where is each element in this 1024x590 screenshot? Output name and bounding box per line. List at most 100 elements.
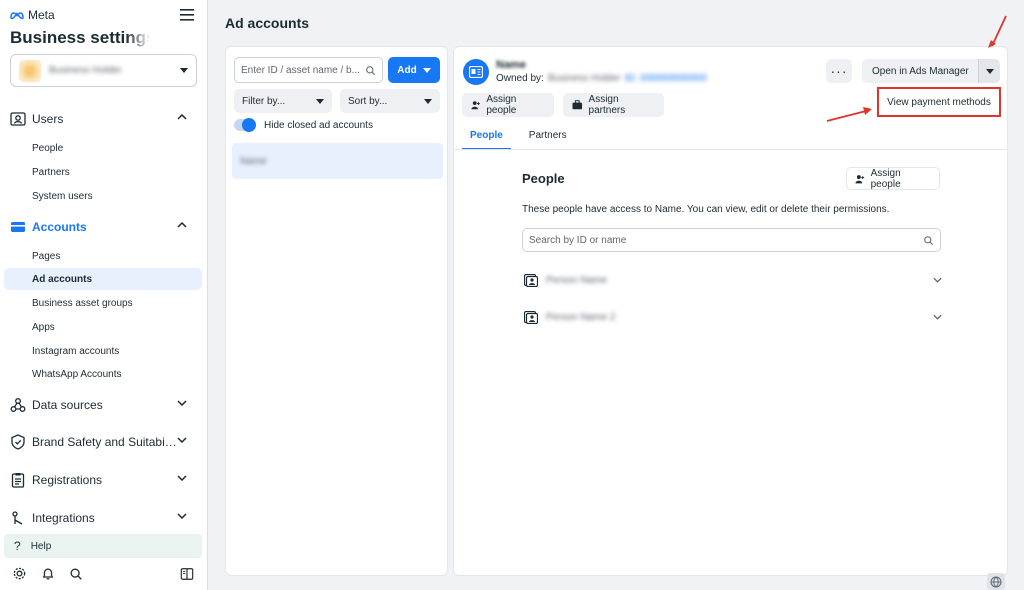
chevron-down-icon (177, 513, 187, 519)
annotation-arrow-icon (826, 107, 872, 122)
page-title: Business settings (10, 28, 150, 48)
ad-account-avatar (463, 59, 489, 85)
sidebar-item-pages[interactable]: Pages (4, 245, 202, 267)
list-item-label: Name (240, 155, 267, 167)
owned-by-label: Owned by: (496, 73, 544, 84)
sidebar-item-label: People (32, 142, 64, 154)
page-heading: Ad accounts (225, 15, 310, 31)
sidebar-item-label: Instagram accounts (32, 345, 120, 357)
assign-people-label: Assign people (870, 167, 901, 190)
sidebar-item-people[interactable]: People (4, 137, 202, 159)
tab-partners[interactable]: Partners (521, 127, 575, 150)
asset-search-input[interactable]: Enter ID / asset name / b... (234, 57, 383, 83)
list-item[interactable]: Person Name (524, 269, 942, 291)
chevron-down-icon (424, 98, 432, 104)
bell-icon[interactable] (41, 566, 55, 581)
shield-icon (11, 434, 25, 450)
sidebar-item-system-users[interactable]: System users (4, 185, 202, 207)
sidebar-item-label: Apps (32, 321, 55, 333)
help-link[interactable]: ? Help (4, 534, 202, 558)
view-payment-label: View payment methods (887, 96, 991, 108)
person-card-icon (524, 273, 538, 287)
sidebar-item-ad-accounts[interactable]: Ad accounts (4, 268, 202, 290)
globe-icon[interactable] (987, 573, 1005, 590)
owner-id-link[interactable]: ID: 000000000000 (625, 73, 707, 84)
people-search-input[interactable]: Search by ID or name (522, 228, 941, 252)
integrations-icon (12, 511, 23, 525)
sidebar-item-label: WhatsApp Accounts (32, 368, 122, 380)
ad-account-name: Name (496, 59, 526, 71)
nav-section-integrations[interactable]: Integrations (0, 504, 207, 532)
view-payment-methods-menu-item[interactable]: View payment methods (877, 87, 1001, 117)
gear-icon[interactable] (12, 566, 27, 581)
search-icon (366, 65, 376, 75)
nav-section-label: Registrations (32, 473, 103, 487)
sidebar-item-label: Pages (32, 250, 61, 262)
hide-closed-toggle-row: Hide closed ad accounts (234, 118, 373, 132)
nav-section-users[interactable]: Users (0, 105, 207, 133)
sidebar: Meta Business settings Business Holder U… (0, 0, 208, 590)
nav-section-label: Users (32, 112, 64, 126)
chevron-down-icon (316, 98, 324, 104)
assign-people-button[interactable]: Assign people (846, 167, 940, 190)
nav-section-label: Brand Safety and Suitabi… (32, 435, 177, 449)
business-selector[interactable]: Business Holder (10, 54, 197, 87)
filter-dropdown[interactable]: Filter by... (234, 89, 332, 113)
filter-label: Filter by... (242, 95, 286, 107)
chevron-down-icon (422, 67, 431, 73)
hide-closed-toggle[interactable] (234, 118, 256, 132)
sidebar-toggle-icon[interactable] (180, 567, 194, 581)
nav-section-accounts[interactable]: Accounts (0, 213, 207, 241)
person-card-icon (524, 310, 538, 324)
tab-people[interactable]: People (462, 127, 511, 150)
assign-people-label: Assign people (486, 94, 517, 116)
sidebar-item-label: System users (32, 190, 93, 202)
clipboard-icon (11, 473, 25, 488)
people-section-title: People (522, 171, 565, 186)
sort-dropdown[interactable]: Sort by... (340, 89, 440, 113)
chevron-up-icon (177, 114, 187, 120)
ad-account-detail-panel: Name Owned by: Business Holder ID: 00000… (453, 46, 1008, 576)
chevron-down-icon[interactable] (933, 314, 942, 320)
accounts-icon (11, 222, 25, 232)
sidebar-item-business-asset-groups[interactable]: Business asset groups (4, 292, 202, 314)
nav-section-data-sources[interactable]: Data sources (0, 391, 207, 419)
nav-section-brand-safety[interactable]: Brand Safety and Suitabi… (0, 428, 207, 456)
sidebar-item-apps[interactable]: Apps (4, 316, 202, 338)
open-in-ads-manager-button[interactable]: Open in Ads Manager (862, 59, 1000, 83)
chevron-down-icon (180, 68, 188, 73)
question-icon: ? (14, 539, 21, 553)
search-icon[interactable] (69, 567, 83, 581)
data-sources-icon (10, 398, 26, 412)
meta-logo-icon (10, 12, 24, 20)
open-ads-manager-label: Open in Ads Manager (872, 65, 969, 77)
chevron-down-icon (985, 68, 994, 74)
people-search-placeholder: Search by ID or name (529, 234, 627, 246)
chevron-down-icon (177, 437, 187, 443)
more-options-button[interactable]: ··· (826, 59, 852, 83)
menu-icon[interactable] (180, 9, 194, 21)
person-add-icon (471, 101, 480, 110)
ad-account-icon (469, 66, 483, 78)
sidebar-item-label: Ad accounts (32, 273, 93, 285)
owner-name: Business Holder (547, 73, 621, 84)
sidebar-item-instagram-accounts[interactable]: Instagram accounts (4, 340, 202, 362)
ads-manager-dropdown-toggle[interactable] (978, 59, 1000, 83)
list-item[interactable]: Person Name 2 (524, 306, 942, 328)
assign-people-button[interactable]: Assign people (462, 93, 554, 117)
add-button[interactable]: Add (388, 57, 440, 83)
person-name: Person Name (546, 274, 608, 286)
sidebar-item-partners[interactable]: Partners (4, 161, 202, 183)
chevron-down-icon[interactable] (933, 277, 942, 283)
assign-partners-button[interactable]: Assign partners (563, 93, 664, 117)
sidebar-item-whatsapp-accounts[interactable]: WhatsApp Accounts (4, 363, 202, 385)
chevron-down-icon (177, 400, 187, 406)
nav-section-label: Integrations (32, 511, 95, 525)
nav-section-label: Data sources (32, 398, 103, 412)
business-name: Business Holder (49, 65, 122, 76)
nav-section-registrations[interactable]: Registrations (0, 466, 207, 494)
list-item[interactable]: Name (232, 143, 443, 179)
sidebar-footer (12, 566, 196, 581)
users-icon (10, 112, 26, 126)
meta-brand[interactable]: Meta (10, 8, 55, 22)
